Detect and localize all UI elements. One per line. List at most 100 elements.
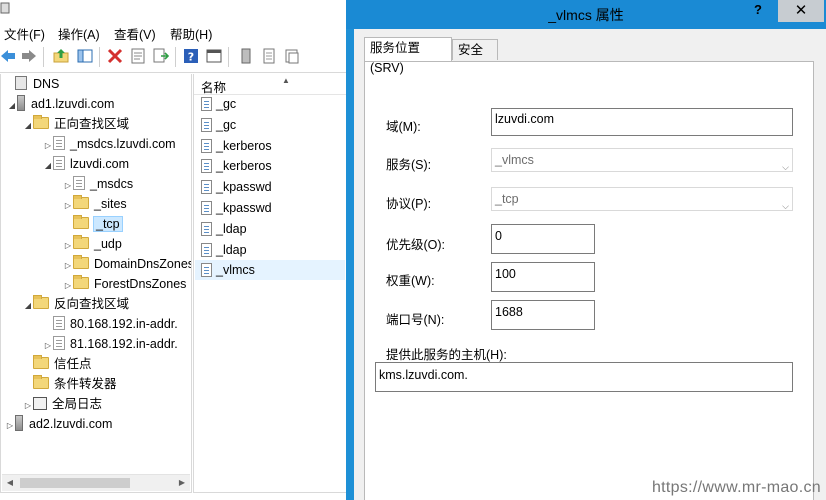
toolbar-separator [228, 47, 229, 67]
srv-record-row[interactable]: _kerberos [201, 136, 272, 156]
service-label: 服务(S): [386, 158, 432, 172]
host-field[interactable]: kms.lzuvdi.com. [375, 362, 793, 392]
menu-action[interactable]: 操作(A) [58, 24, 100, 43]
close-button[interactable]: ✕ [778, 0, 824, 22]
show-hide-tree-icon[interactable] [77, 48, 93, 64]
expand-arrow-icon[interactable]: ▷ [43, 136, 53, 156]
tree-node[interactable]: ▷ ForestDnsZones [63, 274, 186, 294]
tree-node[interactable]: _tcp [63, 214, 123, 234]
srv-record-icon [201, 159, 212, 174]
srv-record-row[interactable]: _kpasswd [201, 198, 272, 218]
collapse-arrow-icon[interactable]: ◢ [43, 156, 53, 176]
log-icon [33, 397, 47, 410]
expand-arrow-icon[interactable]: ▷ [5, 416, 15, 436]
srv-record-icon [201, 138, 212, 153]
scroll-left-icon[interactable]: ◀ [2, 475, 18, 491]
tree-node[interactable]: DNS [5, 74, 59, 94]
expand-arrow-icon[interactable]: ▷ [63, 256, 73, 276]
srv-record-name: _kpasswd [216, 201, 272, 215]
menu-file[interactable]: 文件(F) [4, 24, 45, 43]
folder-icon [33, 295, 49, 309]
srv-record-row[interactable]: _ldap [201, 240, 247, 260]
tree-node[interactable]: ◢ 反向查找区域 [23, 294, 129, 314]
tree-node-label: 全局日志 [52, 397, 103, 411]
properties-icon[interactable] [130, 48, 146, 64]
expand-arrow-icon[interactable]: ▷ [43, 336, 53, 356]
delete-icon[interactable] [107, 48, 123, 64]
priority-field[interactable]: 0 [491, 224, 595, 254]
srv-record-row[interactable]: _vlmcs [195, 260, 345, 281]
tree-node-label: 80.168.192.in-addr. [70, 317, 178, 331]
tree-node-label: _tcp [93, 216, 123, 232]
tree-node[interactable]: ▷ _sites [63, 194, 127, 214]
tree-node[interactable]: ▷ 81.168.192.in-addr. [43, 334, 178, 354]
tree-node[interactable]: ▷ ad2.lzuvdi.com [5, 414, 112, 434]
tree-node-label: lzuvdi.com [70, 157, 130, 171]
menu-view[interactable]: 查看(V) [114, 24, 156, 43]
weight-field[interactable]: 100 [491, 262, 595, 292]
srv-record-name: _kpasswd [216, 180, 272, 195]
tab-security[interactable]: 安全 [452, 39, 498, 60]
port-label: 端口号(N): [386, 313, 445, 327]
expand-arrow-icon[interactable]: ▷ [63, 236, 73, 256]
tree-node[interactable]: 条件转发器 [23, 374, 117, 394]
site-watermark: https://www.mr-mao.cn [651, 479, 821, 496]
tree-node[interactable]: ▷ _udp [63, 234, 122, 254]
reload-icon[interactable] [284, 48, 300, 64]
tree-node-label: ForestDnsZones [94, 277, 187, 291]
folder-icon [73, 275, 89, 289]
export-list-icon[interactable] [153, 48, 169, 64]
scroll-thumb[interactable] [20, 478, 130, 488]
srv-tab-page: 域(M): lzuvdi.com 服务(S): _vlmcs ⌵ 协议(P): … [364, 61, 814, 500]
server-status-icon[interactable] [238, 48, 254, 64]
expand-arrow-icon[interactable]: ▷ [63, 196, 73, 216]
folder-icon [73, 255, 89, 269]
srv-record-icon [201, 117, 212, 132]
tree-node[interactable]: ◢ 正向查找区域 [23, 114, 129, 134]
tree-node[interactable]: ▷ DomainDnsZones [63, 254, 191, 276]
folder-icon [73, 235, 89, 249]
srv-record-row[interactable]: _kpasswd [201, 177, 272, 197]
collapse-arrow-icon[interactable]: ◢ [7, 96, 17, 116]
help-button[interactable]: ? [744, 0, 772, 22]
tree-node[interactable]: ▷ _msdcs [63, 174, 133, 194]
console-icon[interactable] [206, 48, 222, 64]
srv-record-name: _ldap [216, 221, 247, 236]
tree-node[interactable]: ▷ _msdcs.lzuvdi.com [43, 134, 176, 154]
help-icon[interactable]: ? [183, 48, 199, 64]
menu-bar: 文件(F) 操作(A) 查看(V) 帮助(H) [0, 22, 346, 42]
service-dropdown[interactable]: _vlmcs ⌵ [491, 148, 793, 172]
update-file-icon[interactable] [261, 48, 277, 64]
expand-arrow-icon[interactable]: ▷ [23, 396, 33, 416]
tree-node-label: _msdcs [90, 177, 134, 191]
collapse-arrow-icon[interactable]: ◢ [23, 296, 33, 316]
tree-node[interactable]: ▷ 全局日志 [23, 394, 102, 414]
srv-record-row[interactable]: _gc [201, 94, 236, 114]
collapse-arrow-icon[interactable]: ◢ [23, 116, 33, 136]
name-column-header[interactable]: 名称 ▲ [194, 74, 346, 95]
port-field[interactable]: 1688 [491, 300, 595, 330]
zone-icon [53, 336, 65, 350]
protocol-dropdown[interactable]: _tcp ⌵ [491, 187, 793, 211]
back-arrow-icon[interactable] [0, 48, 16, 64]
up-folder-icon[interactable] [53, 48, 69, 64]
srv-record-row[interactable]: _kerberos [201, 156, 272, 176]
protocol-value: _tcp [495, 192, 519, 206]
forward-arrow-icon[interactable] [21, 48, 37, 64]
host-label: 提供此服务的主机(H): [386, 348, 507, 362]
tree-node[interactable]: ◢ ad1.lzuvdi.com [7, 94, 114, 114]
tree-node[interactable]: 80.168.192.in-addr. [43, 314, 178, 334]
tree-horizontal-scrollbar[interactable]: ◀ ▶ [2, 474, 190, 491]
tree-node[interactable]: 信任点 [23, 354, 92, 374]
menu-help[interactable]: 帮助(H) [170, 24, 212, 43]
srv-record-row[interactable]: _gc [201, 115, 236, 135]
tab-srv[interactable]: 服务位置(SRV) [364, 37, 452, 75]
expand-arrow-icon[interactable]: ▷ [63, 176, 73, 196]
scroll-right-icon[interactable]: ▶ [174, 475, 190, 491]
folder-icon [73, 195, 89, 209]
srv-record-row[interactable]: _ldap [201, 219, 247, 239]
domain-field[interactable]: lzuvdi.com [491, 108, 793, 136]
srv-record-name: _gc [216, 97, 237, 111]
tree-node[interactable]: ◢ lzuvdi.com [43, 154, 129, 174]
expand-arrow-icon[interactable]: ▷ [63, 276, 73, 296]
